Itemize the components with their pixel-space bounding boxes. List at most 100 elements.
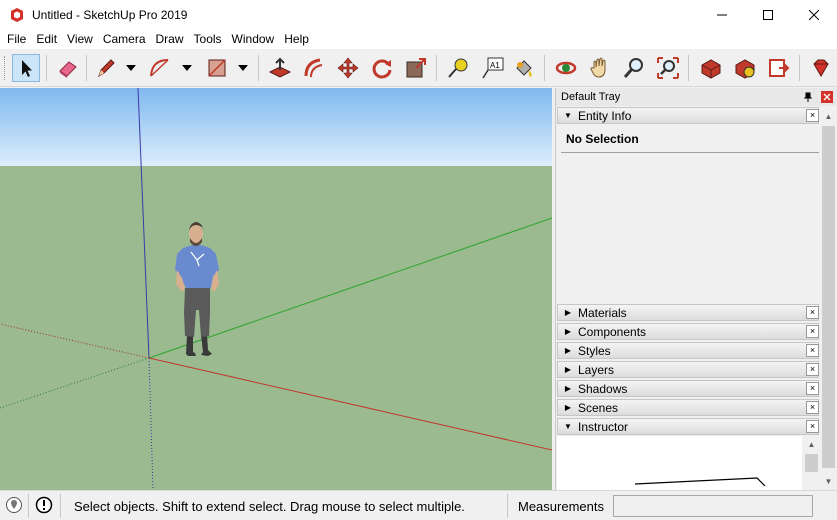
eraser-tool-button[interactable] [54,54,82,82]
chevron-down-icon [238,65,248,71]
measurements-label: Measurements [518,499,604,514]
divider [561,152,819,153]
text-tool-button[interactable]: A1 [478,54,506,82]
offset-tool-button[interactable] [300,54,328,82]
close-icon [809,10,819,20]
svg-text:A1: A1 [490,61,500,70]
panel-close-button[interactable]: × [806,306,819,319]
line-tool-button[interactable] [92,54,120,82]
toolbar-grip[interactable] [4,56,6,80]
status-separator [60,494,61,518]
rotate-icon [372,59,392,79]
tray-title: Default Tray [561,91,621,103]
scroll-up-icon[interactable]: ▲ [803,436,820,453]
panel-label: Layers [578,362,615,377]
instructor-scrollbar[interactable]: ▲ [803,436,820,490]
tray-close-button[interactable] [821,91,833,103]
tape-measure-tool-button[interactable] [444,54,472,82]
minimize-button[interactable] [699,0,745,30]
collapsed-icon: ▶ [564,308,572,317]
geolocation-icon[interactable] [5,496,23,514]
menu-tools[interactable]: Tools [189,30,227,49]
close-icon [823,93,831,101]
instructor-panel-header[interactable]: ▼ Instructor × [557,418,819,435]
menu-window[interactable]: Window [227,30,280,49]
selection-status: No Selection [566,132,639,146]
menu-draw[interactable]: Draw [151,30,189,49]
tray-scrollbar[interactable]: ▲ ▼ [820,108,837,490]
ground-plane [0,166,552,490]
scroll-up-icon[interactable]: ▲ [820,108,837,125]
collapsed-icon: ▶ [564,346,572,355]
move-icon [337,57,359,79]
styles-panel-header[interactable]: ▶ Styles × [557,342,819,359]
panel-close-button[interactable]: × [806,325,819,338]
toolbar-separator [258,55,259,81]
status-separator [507,494,508,518]
menu-help[interactable]: Help [279,30,314,49]
pan-tool-button[interactable] [586,54,614,82]
scroll-thumb[interactable] [822,126,835,468]
collapsed-icon: ▶ [564,403,572,412]
sky [0,88,552,166]
layout-send-button[interactable] [765,54,793,82]
panel-close-button[interactable]: × [806,363,819,376]
panel-close-button[interactable]: × [806,401,819,414]
tray-header[interactable]: Default Tray [556,88,837,106]
scenes-panel-header[interactable]: ▶ Scenes × [557,399,819,416]
arrow-cursor-icon [22,60,32,77]
panel-close-button[interactable]: × [806,109,819,122]
move-tool-button[interactable] [334,54,362,82]
components-panel-header[interactable]: ▶ Components × [557,323,819,340]
scroll-thumb[interactable] [805,454,818,472]
extension-manager-button[interactable] [807,54,835,82]
measurements-input[interactable] [613,495,813,517]
pin-button[interactable] [802,91,814,103]
maximize-button[interactable] [745,0,791,30]
rectangle-icon [208,59,226,77]
select-tool-button[interactable] [12,54,40,82]
info-icon[interactable] [35,496,53,514]
arc-tool-button[interactable] [146,54,174,82]
viewport-canvas [0,88,552,490]
orbit-tool-button[interactable] [552,54,580,82]
default-tray: Default Tray ▼ Entity Info × No Selectio… [555,88,837,490]
shadows-panel-header[interactable]: ▶ Shadows × [557,380,819,397]
rectangle-tool-dropdown[interactable] [237,61,249,75]
close-button[interactable] [791,0,837,30]
zoom-extents-tool-button[interactable] [654,54,682,82]
instructor-illustration [634,477,766,487]
panel-close-button[interactable]: × [806,420,819,433]
layers-panel-header[interactable]: ▶ Layers × [557,361,819,378]
collapsed-icon: ▶ [564,384,572,393]
collapsed-icon: ▶ [564,327,572,336]
push-pull-icon [268,57,292,78]
offset-icon [304,58,323,78]
push-pull-tool-button[interactable] [266,54,294,82]
zoom-tool-button[interactable] [620,54,648,82]
rotate-tool-button[interactable] [368,54,396,82]
chevron-down-icon [182,65,192,71]
scale-tool-button[interactable] [402,54,430,82]
menu-file[interactable]: File [2,30,31,49]
panel-close-button[interactable]: × [806,344,819,357]
menu-edit[interactable]: Edit [31,30,62,49]
menu-view[interactable]: View [62,30,98,49]
ruby-gem-icon [813,59,829,77]
scale-icon [406,58,426,78]
materials-panel-header[interactable]: ▶ Materials × [557,304,819,321]
rectangle-tool-button[interactable] [203,54,231,82]
extension-warehouse-button[interactable] [731,54,759,82]
panel-close-button[interactable]: × [806,382,819,395]
paint-bucket-tool-button[interactable] [510,54,538,82]
menu-camera[interactable]: Camera [98,30,151,49]
modeling-viewport[interactable] [0,88,552,490]
status-message: Select objects. Shift to extend select. … [74,499,465,514]
3d-warehouse-button[interactable] [697,54,725,82]
entity-info-header[interactable]: ▼ Entity Info × [557,107,819,124]
line-tool-dropdown[interactable] [125,61,137,75]
panel-label: Components [578,324,647,339]
arc-tool-dropdown[interactable] [181,61,193,75]
panel-label: Entity Info [578,108,632,123]
scroll-down-icon[interactable]: ▼ [820,473,837,490]
